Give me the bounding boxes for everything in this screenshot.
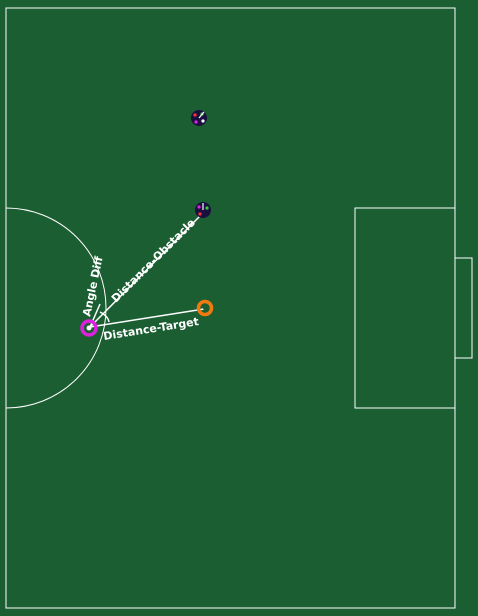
opponent-player-1 [191, 110, 207, 126]
opponent-player-2 [195, 202, 211, 218]
player-mark-2 [205, 206, 209, 210]
player-mark-3 [194, 120, 198, 124]
player-mark-4 [201, 119, 205, 123]
player-mark-1 [197, 205, 201, 209]
soccer-field: Angle Diff Distance-Obstacle Distance-Ta… [0, 0, 478, 616]
player-mark-3 [198, 212, 202, 216]
pitch-surface [0, 0, 478, 616]
player-mark-1 [193, 113, 197, 117]
agent-center [86, 325, 92, 331]
ball-center [203, 306, 207, 310]
